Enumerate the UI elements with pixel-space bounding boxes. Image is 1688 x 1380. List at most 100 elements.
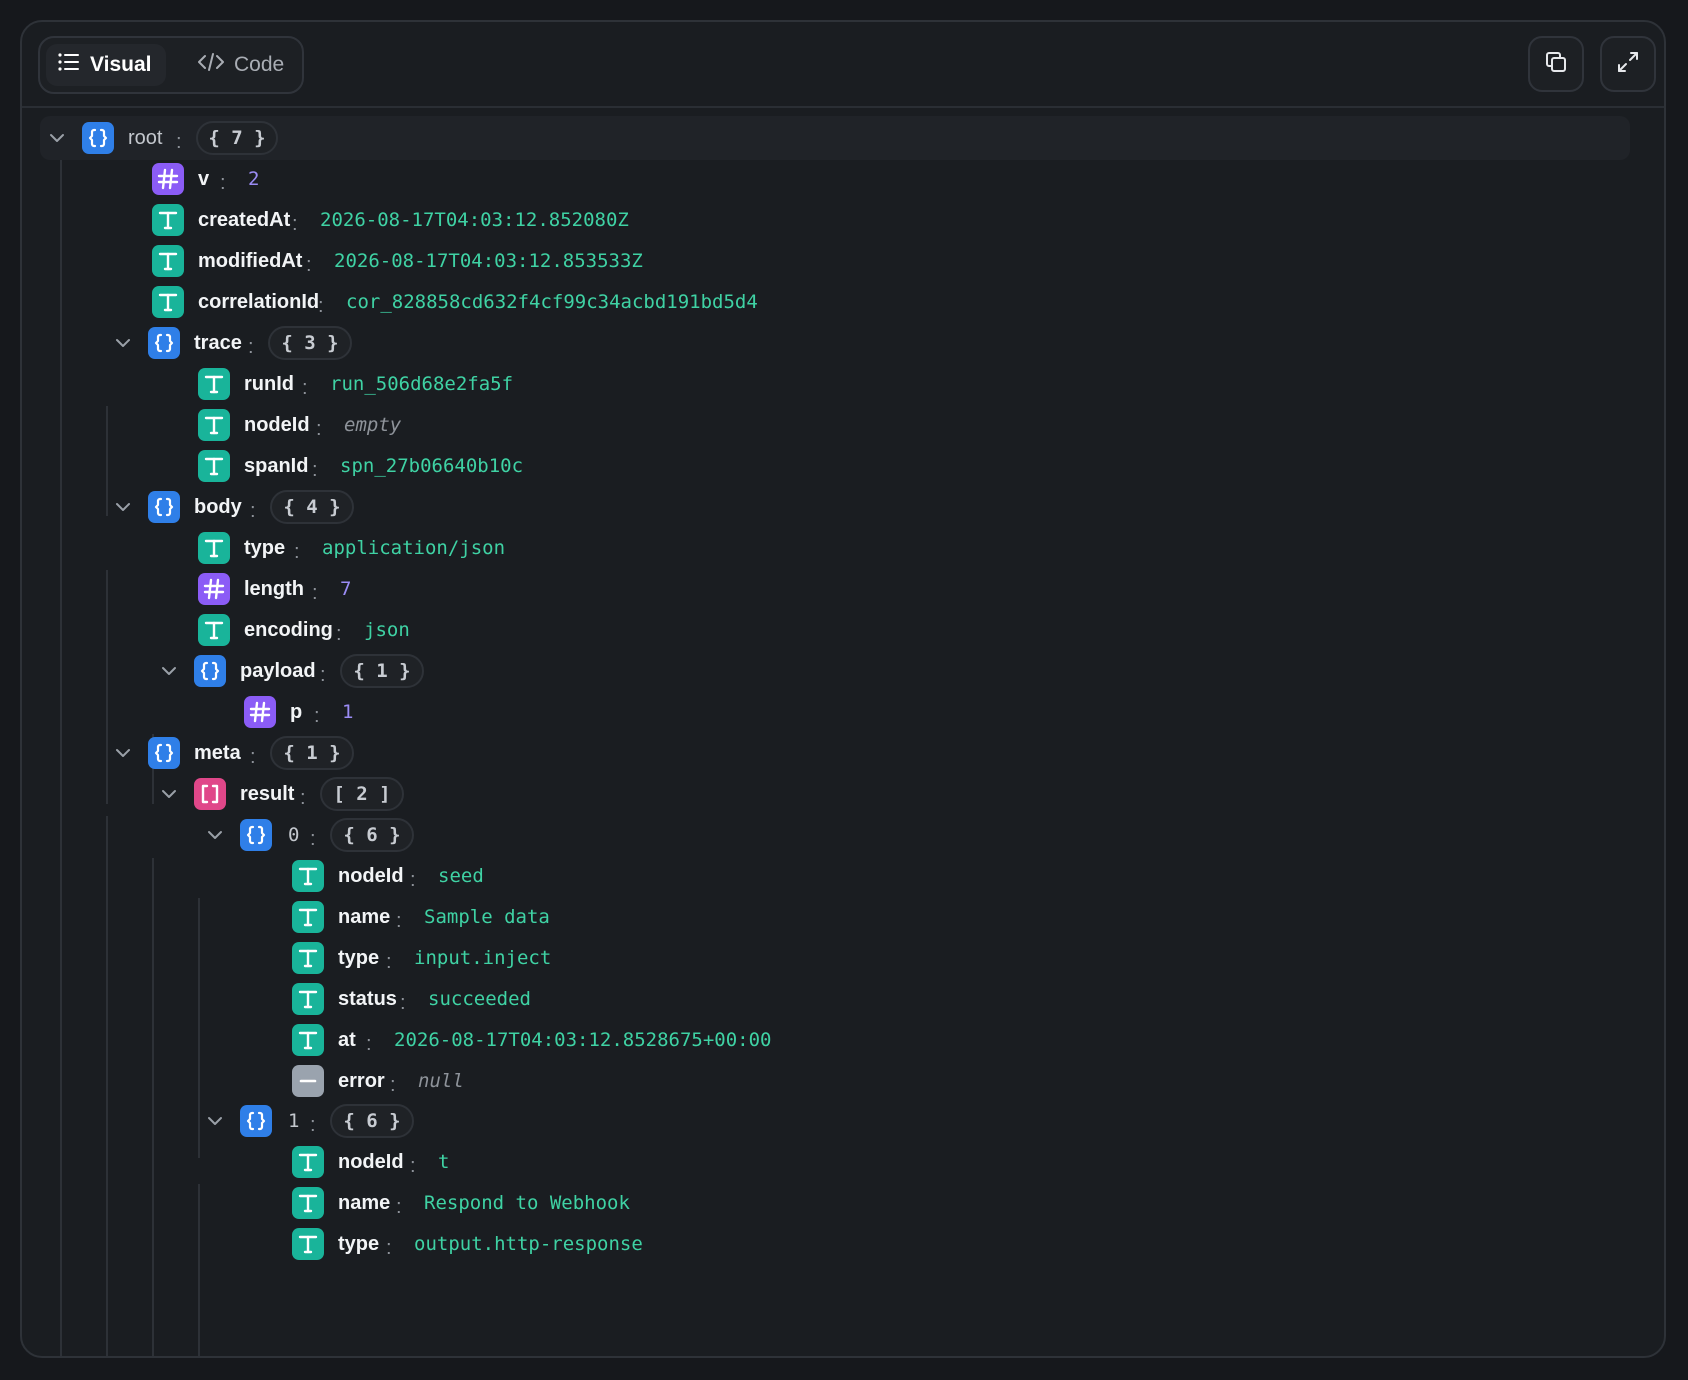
tree-row-nodeId[interactable]: nodeId : empty xyxy=(22,403,1622,447)
tree-row-error[interactable]: error : null xyxy=(22,1059,1622,1103)
string-type-icon xyxy=(292,1024,324,1056)
node-key: encoding xyxy=(244,619,333,641)
tab-code[interactable]: Code xyxy=(186,44,296,86)
node-key: status xyxy=(338,988,397,1010)
string-type-icon xyxy=(292,1146,324,1178)
object-type-icon xyxy=(240,1105,272,1137)
tree-row-v[interactable]: v : 2 xyxy=(22,157,1622,201)
key-separator: : xyxy=(248,336,254,358)
string-type-icon xyxy=(198,614,230,646)
tree-row-meta[interactable]: meta : { 1 } xyxy=(22,731,1622,775)
chevron-down-icon[interactable] xyxy=(206,1112,224,1130)
node-value: json xyxy=(364,619,410,641)
object-type-icon xyxy=(148,491,180,523)
key-separator: : xyxy=(410,869,416,891)
key-separator: : xyxy=(294,541,300,563)
node-key: type xyxy=(338,1233,380,1255)
object-type-icon xyxy=(148,737,180,769)
node-value: output.http-response xyxy=(414,1233,643,1255)
key-separator: : xyxy=(292,213,298,235)
string-type-icon xyxy=(198,532,230,564)
tree-row-nodeId[interactable]: nodeId : t xyxy=(22,1140,1622,1184)
tree-row-at[interactable]: at : 2026-08-17T04:03:12.8528675+00:00 xyxy=(22,1018,1622,1062)
node-key: v xyxy=(198,168,210,190)
node-value: t xyxy=(438,1151,450,1173)
string-type-icon xyxy=(152,286,184,318)
node-key: 0 xyxy=(288,824,300,846)
tree-row-result[interactable]: result : [ 2 ] xyxy=(22,772,1622,816)
tree-row-payload[interactable]: payload : { 1 } xyxy=(22,649,1622,693)
node-key: type xyxy=(244,537,286,559)
key-separator: : xyxy=(386,1237,392,1259)
node-key: length xyxy=(244,578,304,600)
node-key: nodeId xyxy=(338,1151,404,1173)
chevron-down-icon[interactable] xyxy=(206,826,224,844)
json-viewer-panel: Visual Code root: {7} v: 2 createdAt… xyxy=(20,20,1666,1358)
chevron-down-icon[interactable] xyxy=(160,785,178,803)
node-key: trace xyxy=(194,332,242,354)
viewer-header: Visual Code xyxy=(22,22,1664,108)
count-badge: { 7 } xyxy=(196,121,278,155)
node-key: createdAt xyxy=(198,209,291,231)
key-separator: : xyxy=(386,951,392,973)
tree-row-spanId[interactable]: spanId : spn_27b06640b10c xyxy=(22,444,1622,488)
tab-visual[interactable]: Visual xyxy=(46,44,166,86)
count-badge: { 6 } xyxy=(330,1104,414,1138)
tree-row-createdAt[interactable]: createdAt : 2026-08-17T04:03:12.852080Z xyxy=(22,198,1622,242)
chevron-down-icon[interactable] xyxy=(114,498,132,516)
key-separator: : xyxy=(396,910,402,932)
node-key: root xyxy=(128,127,163,149)
tree-row-item-1[interactable]: 1 : { 6 } xyxy=(22,1099,1622,1143)
number-type-icon xyxy=(152,163,184,195)
key-separator: : xyxy=(314,705,320,727)
tree-row-status[interactable]: status : succeeded xyxy=(22,977,1622,1021)
code-icon xyxy=(198,52,224,78)
tree-row-type[interactable]: type : output.http-response xyxy=(22,1222,1622,1266)
tree-row-nodeId[interactable]: nodeId : seed xyxy=(22,854,1622,898)
tree-row-type[interactable]: type : application/json xyxy=(22,526,1622,570)
null-type-icon xyxy=(292,1065,324,1097)
json-tree: root : { 7 } v : 2 createdAt : 2026-08-1… xyxy=(22,108,1664,1356)
chevron-down-icon[interactable] xyxy=(160,662,178,680)
node-key: p xyxy=(290,701,303,723)
tree-row-item-0[interactable]: 0 : { 6 } xyxy=(22,813,1622,857)
chevron-down-icon[interactable] xyxy=(48,129,66,147)
tree-row-type[interactable]: type : input.inject xyxy=(22,936,1622,980)
list-icon xyxy=(58,53,80,77)
tree-row-modifiedAt[interactable]: modifiedAt : 2026-08-17T04:03:12.853533Z xyxy=(22,239,1622,283)
key-separator: : xyxy=(306,254,312,276)
node-value: succeeded xyxy=(428,988,531,1010)
tree-row-length[interactable]: length : 7 xyxy=(22,567,1622,611)
tree-row-name[interactable]: name : Respond to Webhook xyxy=(22,1181,1622,1225)
node-value: 1 xyxy=(342,701,354,723)
expand-icon xyxy=(1616,50,1640,79)
tree-row-trace[interactable]: trace : { 3 } xyxy=(22,321,1622,365)
key-separator: : xyxy=(396,1196,402,1218)
key-separator: : xyxy=(250,746,256,768)
node-key: modifiedAt xyxy=(198,250,303,272)
node-key: error xyxy=(338,1070,385,1092)
count-badge: { 1 } xyxy=(340,654,424,688)
node-key: nodeId xyxy=(338,865,404,887)
tree-row-body[interactable]: body : { 4 } xyxy=(22,485,1622,529)
chevron-down-icon[interactable] xyxy=(114,334,132,352)
key-separator: : xyxy=(300,787,306,809)
copy-icon xyxy=(1544,50,1568,79)
tree-row-runId[interactable]: runId : run_506d68e2fa5f xyxy=(22,362,1622,406)
node-key: meta xyxy=(194,742,241,764)
string-type-icon xyxy=(198,368,230,400)
tree-row-root[interactable]: root : { 7 } xyxy=(22,116,1622,160)
expand-button[interactable] xyxy=(1600,36,1656,92)
tree-row-name[interactable]: name : Sample data xyxy=(22,895,1622,939)
node-key: at xyxy=(338,1029,356,1051)
copy-button[interactable] xyxy=(1528,36,1584,92)
chevron-down-icon[interactable] xyxy=(114,744,132,762)
key-separator: : xyxy=(318,295,324,317)
tree-row-p[interactable]: p : 1 xyxy=(22,690,1622,734)
string-type-icon xyxy=(292,1187,324,1219)
key-separator: : xyxy=(366,1033,372,1055)
key-separator: : xyxy=(312,582,318,604)
tree-row-correlationId[interactable]: correlationId : cor_828858cd632f4cf99c34… xyxy=(22,280,1622,324)
string-type-icon xyxy=(152,245,184,277)
tree-row-encoding[interactable]: encoding : json xyxy=(22,608,1622,652)
